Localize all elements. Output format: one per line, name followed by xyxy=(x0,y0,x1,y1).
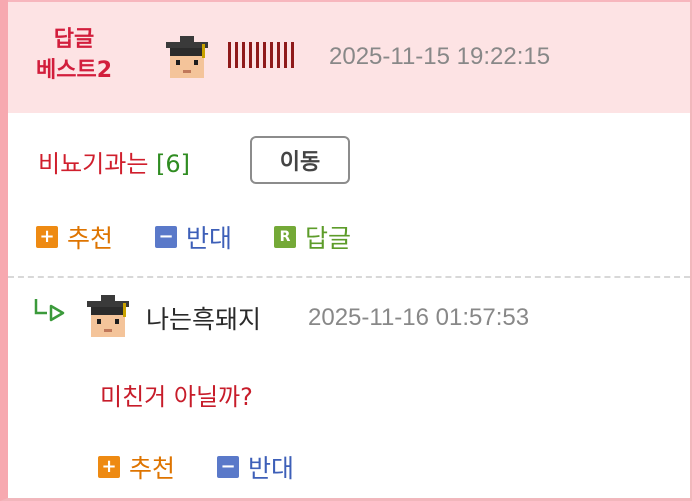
post-date: 2025-11-15 19:22:15 xyxy=(329,43,551,70)
reply-upvote-label: 추천 xyxy=(129,454,176,483)
reply-date: 2025-11-16 01:57:53 xyxy=(308,304,530,331)
reply-upvote-button[interactable]: + 추천 xyxy=(98,449,175,485)
plus-icon: + xyxy=(98,456,120,478)
reply-icon: R xyxy=(274,226,296,248)
post-title-text[interactable]: 비뇨기과는 xyxy=(38,150,148,178)
plus-icon: + xyxy=(36,226,58,248)
downvote-label: 반대 xyxy=(186,224,233,253)
obscured-nickname[interactable] xyxy=(228,42,294,68)
user-avatar-icon[interactable] xyxy=(164,34,210,80)
comment-count: [6] xyxy=(156,150,191,178)
upvote-button[interactable]: + 추천 xyxy=(36,219,113,255)
comment-divider xyxy=(8,276,690,278)
post-title[interactable]: 비뇨기과는 [6] xyxy=(38,144,190,179)
reply-arrow-icon xyxy=(34,299,65,322)
reply-avatar-icon[interactable] xyxy=(85,293,131,339)
downvote-button[interactable]: − 반대 xyxy=(155,219,232,255)
reply-body-text: 미친거 아닐까? xyxy=(100,383,253,411)
reply-label: 답글 xyxy=(305,224,352,253)
badge-line-2: 베스트2 xyxy=(35,58,113,83)
reply-downvote-label: 반대 xyxy=(248,454,295,483)
move-button[interactable]: 이동 xyxy=(250,136,350,184)
reply-nickname[interactable]: 나는흑돼지 xyxy=(146,300,261,336)
upvote-label: 추천 xyxy=(67,224,114,253)
best-reply-badge: 답글 베스트2 xyxy=(26,24,122,86)
reply-downvote-button[interactable]: − 반대 xyxy=(217,449,294,485)
reply-button[interactable]: R 답글 xyxy=(274,219,351,255)
minus-icon: − xyxy=(155,226,177,248)
minus-icon: − xyxy=(217,456,239,478)
badge-line-1: 답글 xyxy=(53,27,95,52)
